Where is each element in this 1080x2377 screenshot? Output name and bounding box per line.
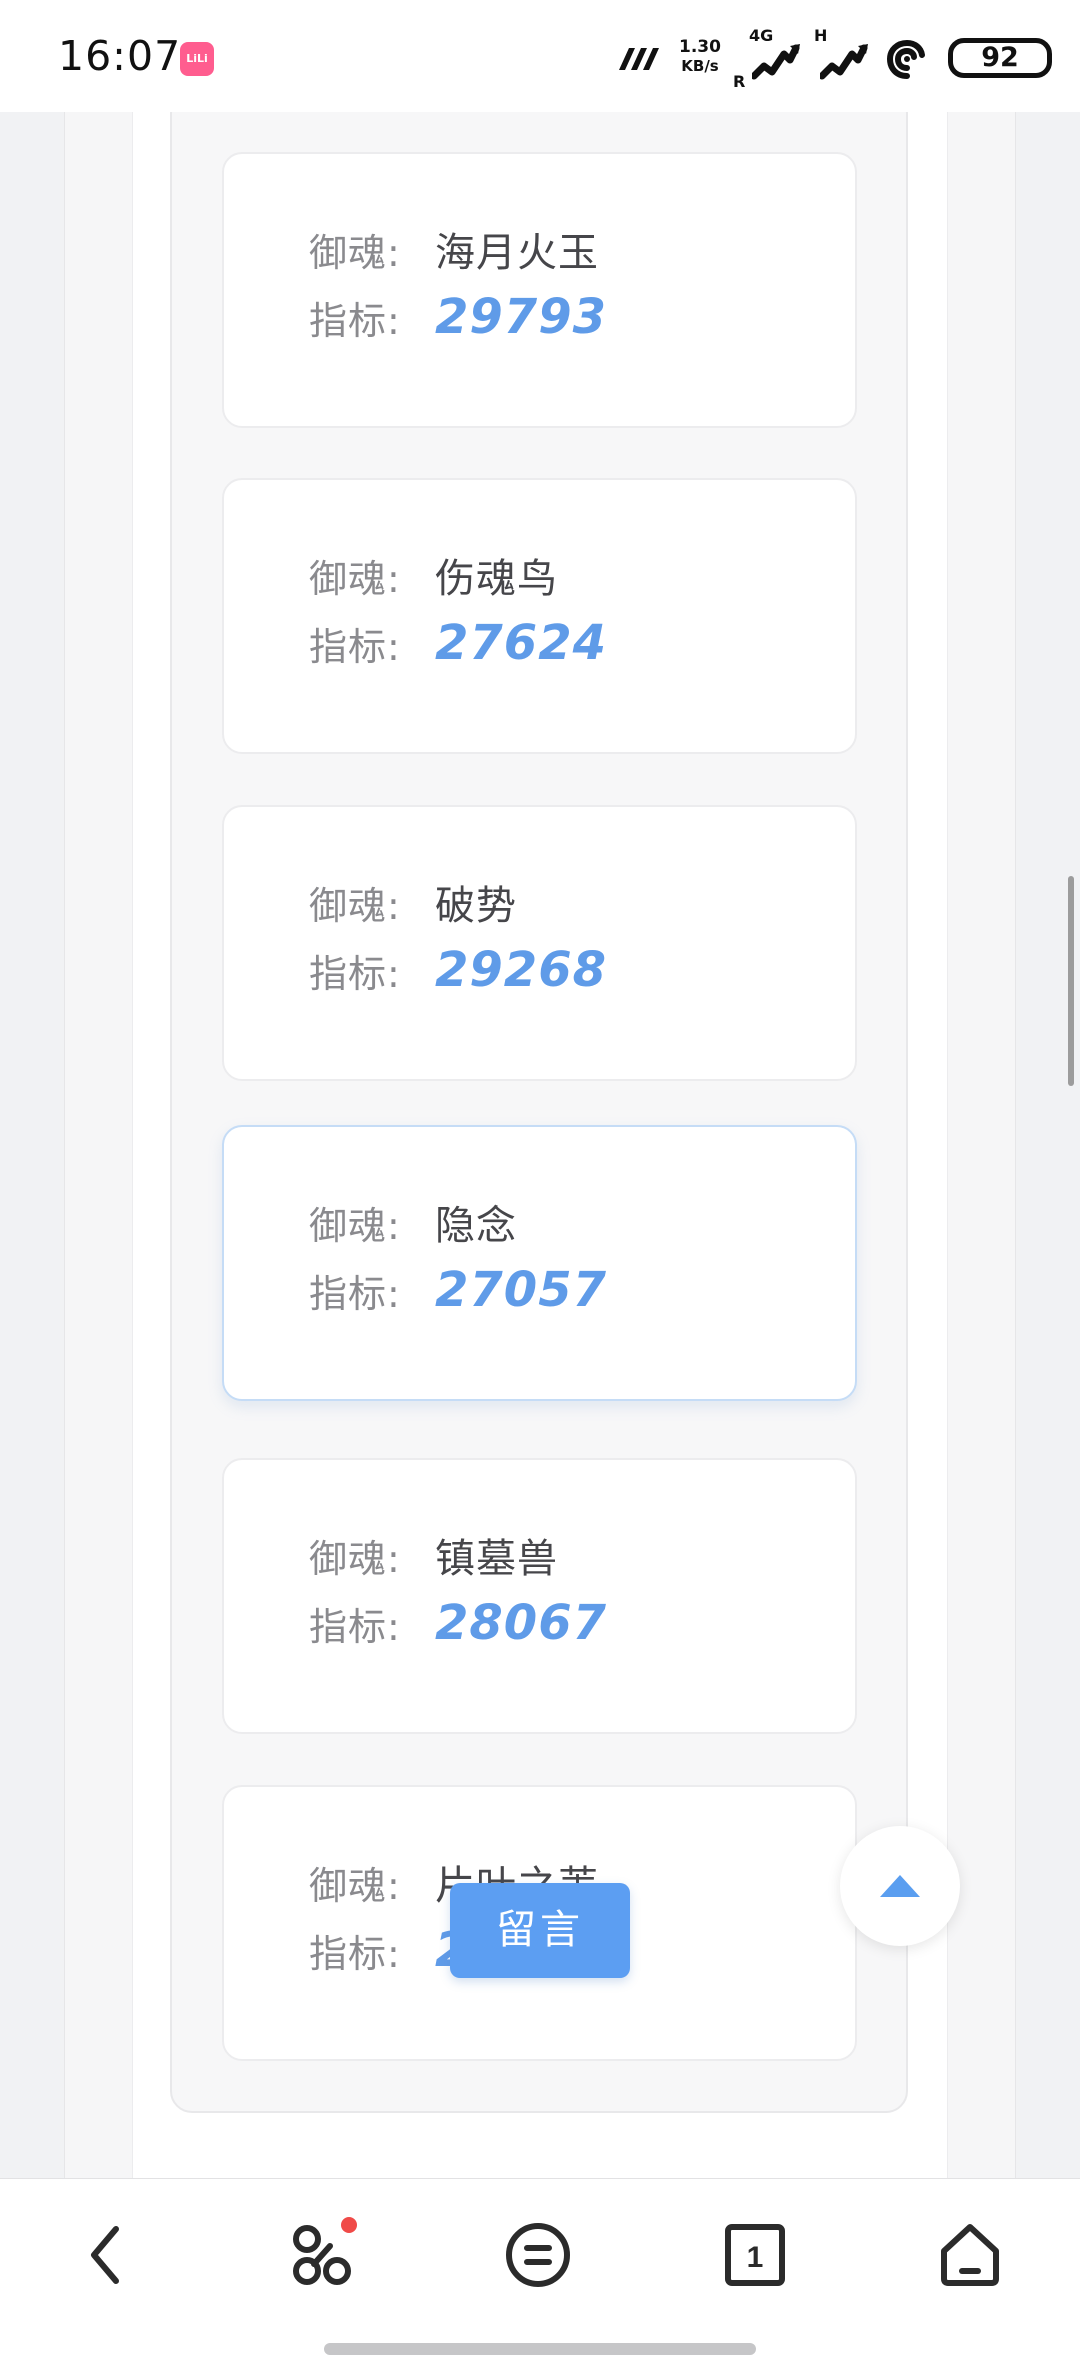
soul-label: 御魂: [309, 556, 401, 601]
soul-label: 御魂: [309, 230, 401, 275]
soul-name: 镇墓兽 [435, 1536, 558, 1582]
command-icon [293, 2217, 357, 2285]
metric-label: 指标: [309, 298, 401, 343]
soul-row: 御魂: 隐念 [309, 1197, 517, 1249]
soul-label: 御魂: [309, 1863, 401, 1908]
metric-value: 27057 [435, 1262, 607, 1318]
cellular-signal-icon [820, 44, 868, 80]
tabs-count: 1 [747, 2241, 764, 2274]
soul-name: 伤魂鸟 [435, 556, 558, 602]
home-indicator[interactable] [324, 2343, 756, 2355]
soul-card[interactable]: 御魂: 破势 指标: 29268 [222, 805, 857, 1081]
features-button[interactable] [283, 2215, 363, 2295]
metric-row: 指标: 29268 [309, 942, 607, 998]
metric-value: 27624 [435, 615, 607, 671]
tabs-icon: 1 [725, 2224, 785, 2286]
tabs-button[interactable]: 1 [715, 2215, 795, 2295]
metric-value: 29268 [435, 942, 607, 998]
network-speed: 1.30 KB/s [674, 38, 726, 76]
soul-row: 御魂: 破势 [309, 877, 517, 929]
soul-name: 破势 [435, 883, 517, 929]
network-speed-unit: KB/s [681, 57, 719, 75]
metric-label: 指标: [309, 951, 401, 996]
metric-row: 指标: 27624 [309, 615, 607, 671]
menu-button[interactable] [498, 2215, 578, 2295]
status-bar: 16:07 LiLi 1.30 KB/s 4G R H 92 [0, 0, 1080, 112]
soul-label: 御魂: [309, 1536, 401, 1581]
soul-card[interactable]: 御魂: 镇墓兽 指标: 28067 [222, 1458, 857, 1734]
soul-row: 御魂: 海月火玉 [309, 224, 599, 276]
home-icon [941, 2224, 999, 2286]
battery-icon: 92 [948, 38, 1052, 78]
soul-label: 御魂: [309, 1203, 401, 1248]
soul-card[interactable]: 御魂: 伤魂鸟 指标: 27624 [222, 478, 857, 754]
metric-label: 指标: [309, 624, 401, 669]
soul-label: 御魂: [309, 883, 401, 928]
arrow-up-icon [880, 1875, 920, 1897]
soul-name: 隐念 [435, 1203, 517, 1249]
metric-label: 指标: [309, 1604, 401, 1649]
metric-label: 指标: [309, 1271, 401, 1316]
scrollbar[interactable] [1068, 876, 1074, 1086]
metric-value: 28067 [435, 1595, 607, 1651]
signal-strength-icon [619, 48, 659, 70]
wifi-icon [886, 39, 925, 79]
soul-name: 海月火玉 [435, 230, 599, 276]
cellular-signal-icon [752, 44, 800, 80]
network-speed-value: 1.30 [679, 37, 721, 57]
message-button[interactable]: 留言 [450, 1883, 630, 1978]
metric-value: 29793 [435, 289, 607, 345]
chevron-left-icon [91, 2226, 119, 2284]
metric-label: 指标: [309, 1931, 401, 1976]
home-button[interactable] [930, 2215, 1010, 2295]
metric-row: 指标: 28067 [309, 1595, 607, 1651]
metric-row: 指标: 27057 [309, 1262, 607, 1318]
status-time: 16:07 [58, 32, 182, 80]
back-button[interactable] [68, 2215, 148, 2295]
soul-card-active[interactable]: 御魂: 隐念 指标: 27057 [222, 1125, 857, 1401]
soul-row: 御魂: 伤魂鸟 [309, 550, 558, 602]
back-to-top-button[interactable] [840, 1826, 960, 1946]
soul-row: 御魂: 镇墓兽 [309, 1530, 558, 1582]
sim1-roaming: R [733, 72, 746, 91]
browser-bottom-nav: 1 [0, 2178, 1080, 2377]
app-notification-icon: LiLi [180, 42, 214, 76]
menu-icon [506, 2223, 570, 2287]
metric-row: 指标: 29793 [309, 289, 607, 345]
soul-card[interactable]: 御魂: 海月火玉 指标: 29793 [222, 152, 857, 428]
